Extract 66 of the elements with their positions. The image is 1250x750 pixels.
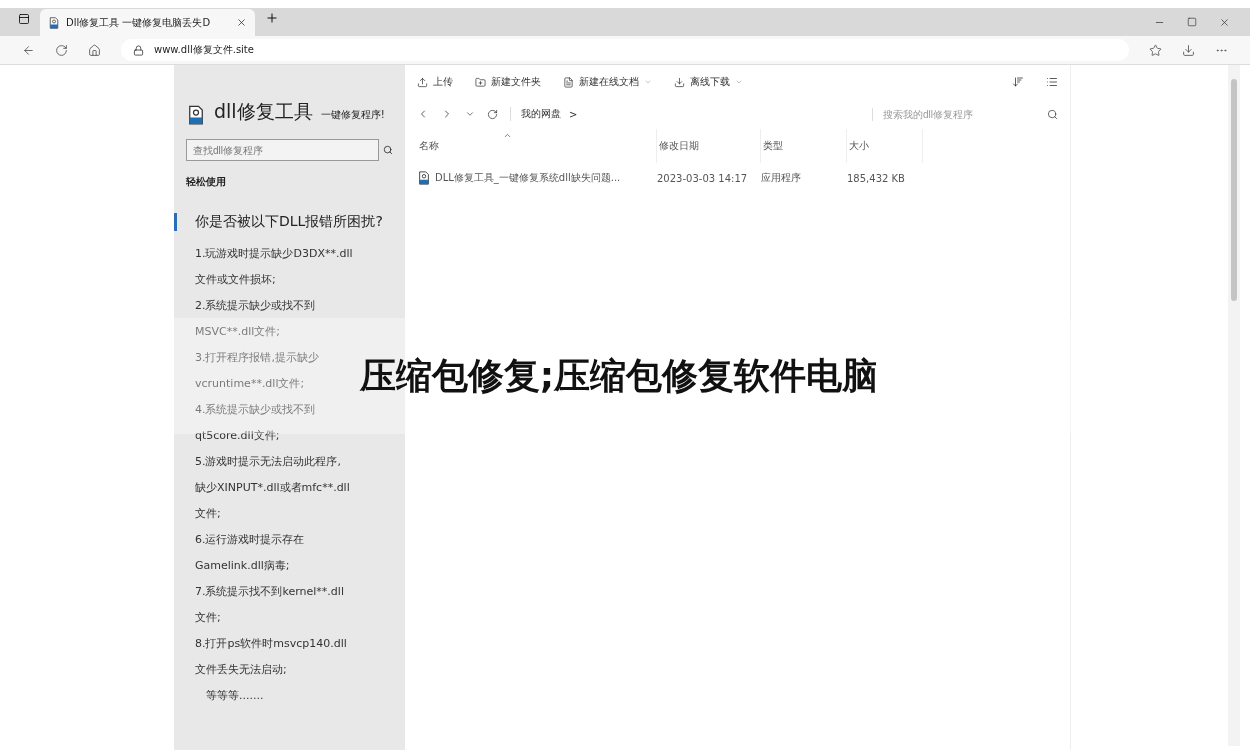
column-header[interactable]: 名称	[417, 129, 657, 163]
column-header[interactable]: 大小	[847, 129, 923, 163]
list-line: MSVC**.dll文件;	[195, 324, 280, 340]
address-bar[interactable]: www.dll修复文件.site	[121, 39, 1129, 61]
heading: 你是否被以下DLL报错所困扰?	[174, 213, 393, 231]
dll-file-icon	[186, 105, 206, 125]
list-line: 等等等.......	[206, 688, 264, 704]
list-line: 文件丢失无法启动;	[195, 662, 287, 678]
list-line: 文件;	[195, 506, 221, 522]
toolbar-button[interactable]: 上传	[417, 75, 453, 89]
toolbar-button[interactable]: 新建文件夹	[475, 75, 541, 89]
download-icon[interactable]	[1182, 43, 1195, 57]
toolbar-icon	[475, 76, 486, 88]
section-title: 轻松使用	[186, 175, 227, 189]
file-name[interactable]: DLL修复工具_一键修复系统dll缺失问题...	[435, 171, 621, 185]
favorites-icon[interactable]	[1149, 43, 1162, 57]
list-line: qt5core.dll文件;	[195, 428, 280, 444]
search-icon[interactable]	[1047, 108, 1058, 120]
search-icon[interactable]	[383, 145, 393, 155]
reload-icon[interactable]	[55, 43, 68, 57]
list-view-icon[interactable]	[1046, 76, 1058, 88]
toolbar-icon	[417, 76, 428, 88]
size-cell-text: 185,432 KB	[847, 171, 906, 186]
tab-actions-icon[interactable]	[18, 13, 30, 25]
dll-file-icon	[417, 171, 431, 185]
list-line: 8.打开ps软件时msvcp140.dll	[195, 636, 347, 652]
list-line: 6.运行游戏时提示存在	[195, 532, 305, 548]
dll-file-icon	[48, 16, 60, 29]
home-icon[interactable]	[88, 43, 101, 57]
list-line: 文件或文件损坏;	[195, 272, 276, 288]
close-icon[interactable]	[236, 17, 247, 28]
column-header[interactable]: 类型	[761, 129, 847, 163]
list-line: 3.打开程序报错,提示缺少	[195, 350, 319, 366]
logo-text: dll修复工具	[214, 99, 313, 124]
tagline: 一键修复程序!	[320, 108, 385, 122]
list-line: 7.系统提示找不到kernel**.dll	[195, 584, 344, 600]
type-cell-text: 应用程序	[761, 171, 802, 185]
toolbar-button[interactable]: 新建在线文档	[563, 75, 652, 89]
list-line: 5.游戏时提示无法启动此程序,	[195, 454, 341, 470]
banner-title: 压缩包修复;压缩包修复软件电脑	[359, 353, 879, 398]
toolbar-icon	[563, 76, 574, 88]
list-line: 1.玩游戏时提示缺少D3DX**.dll	[195, 246, 353, 262]
back-icon[interactable]	[22, 43, 35, 57]
toolbar-button[interactable]: 离线下载	[674, 75, 743, 89]
browser-tab[interactable]: Dll修复工具 一键修复电脑丢失D	[40, 9, 255, 36]
search-field[interactable]: 查找dll修复程序	[186, 139, 379, 161]
list-line: vcruntime**.dll文件;	[195, 376, 305, 392]
tab-title: Dll修复工具 一键修复电脑丢失D	[66, 15, 212, 30]
refresh-icon[interactable]	[487, 108, 498, 120]
list-line: 缺少XINPUT*.dll或者mfc**.dll	[195, 480, 350, 496]
maximize-icon[interactable]	[1187, 17, 1197, 27]
sort-icon[interactable]	[1012, 76, 1024, 88]
list-line: 4.系统提示缺少或找不到	[195, 402, 316, 418]
dropdown-icon[interactable]	[465, 109, 475, 119]
list-line: Gamelink.dll病毒;	[195, 558, 290, 574]
close-icon[interactable]	[1219, 17, 1230, 28]
breadcrumb-separator: >	[569, 108, 578, 120]
breadcrumb[interactable]: 我的网盘	[510, 107, 561, 121]
column-header[interactable]: 修改日期	[657, 129, 761, 163]
new-tab-icon[interactable]	[265, 11, 279, 25]
list-line: 文件;	[195, 610, 221, 626]
lock-icon	[133, 44, 144, 56]
list-line: 2.系统提示缺少或找不到	[195, 298, 316, 314]
toolbar-icon	[674, 76, 685, 88]
url-text: www.dll修复文件.site	[154, 43, 254, 57]
date-cell-text: 2023-03-03 14:17	[657, 171, 749, 186]
